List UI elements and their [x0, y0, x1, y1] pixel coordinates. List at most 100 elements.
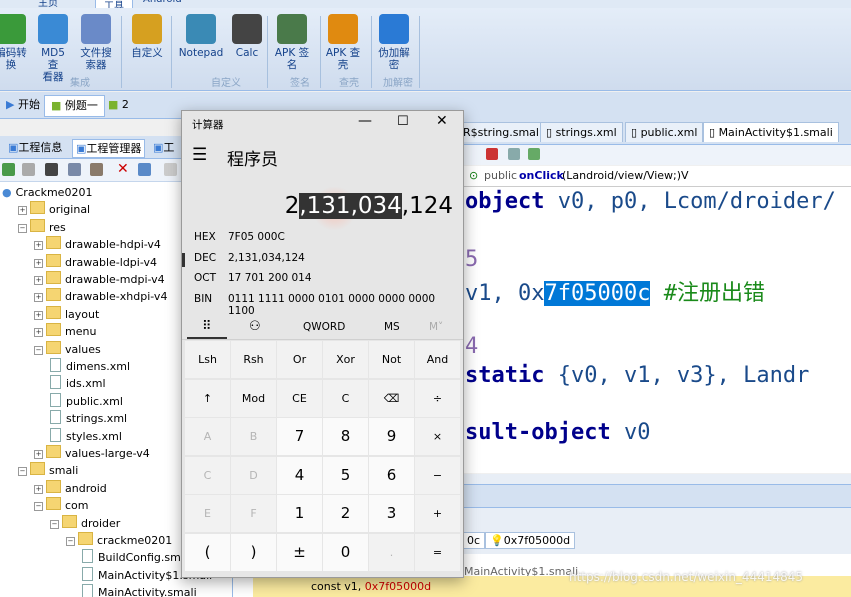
- tree-node[interactable]: ● Crackme0201: [2, 184, 92, 201]
- key-0-0[interactable]: Lsh: [185, 341, 230, 378]
- tree-node[interactable]: public.xml: [50, 392, 123, 410]
- key-5-2[interactable]: ±: [277, 534, 322, 571]
- menu-icon[interactable]: ☰: [192, 145, 207, 165]
- tree-node[interactable]: BuildConfig.smali: [82, 549, 194, 566]
- tab-result-0c[interactable]: 0c: [462, 532, 486, 549]
- key-3-5[interactable]: −: [415, 456, 460, 494]
- tree-node[interactable]: + menu: [34, 323, 96, 340]
- key-3-1[interactable]: D: [231, 456, 276, 494]
- expand-toggle-icon[interactable]: +: [34, 484, 43, 494]
- tree-node[interactable]: − com: [34, 497, 89, 514]
- key-1-2[interactable]: CE: [277, 379, 322, 417]
- key-1-4[interactable]: ⌫: [369, 379, 414, 417]
- expand-toggle-icon[interactable]: −: [66, 537, 75, 546]
- key-1-3[interactable]: C: [323, 379, 368, 417]
- ribbon-button-5[interactable]: Calc: [232, 14, 262, 59]
- key-0-4[interactable]: Not: [369, 341, 414, 378]
- expand-toggle-icon[interactable]: +: [34, 276, 43, 285]
- expand-toggle-icon[interactable]: +: [34, 450, 43, 459]
- tab-public-xml[interactable]: ▯ public.xml: [625, 122, 704, 142]
- expand-toggle-icon[interactable]: +: [18, 206, 27, 216]
- tree-node[interactable]: + drawable-ldpi-v4: [34, 253, 157, 271]
- radix-bin-label[interactable]: BIN: [194, 293, 212, 305]
- key-5-1[interactable]: ): [231, 534, 276, 571]
- tree-node[interactable]: styles.xml: [50, 427, 122, 445]
- tree-node[interactable]: − smali: [18, 462, 78, 479]
- bit-toggle-icon[interactable]: ⚇: [249, 319, 261, 334]
- key-3-3[interactable]: 5: [323, 456, 368, 494]
- memory-store-button[interactable]: MS: [384, 321, 400, 333]
- copy-icon[interactable]: [68, 163, 81, 176]
- key-2-4[interactable]: 9: [369, 418, 414, 456]
- key-5-0[interactable]: (: [185, 534, 230, 571]
- tree-node[interactable]: − res: [18, 218, 66, 236]
- stop-icon[interactable]: [45, 163, 58, 176]
- ribbon-tab-home[interactable]: 主页: [38, 0, 58, 9]
- result-code[interactable]: const v1, 0x7f05000d: [311, 580, 431, 593]
- tree-node[interactable]: strings.xml: [50, 410, 127, 427]
- tree-node[interactable]: + drawable-xhdpi-v4: [34, 288, 167, 305]
- radix-oct-label[interactable]: OCT: [194, 272, 216, 284]
- expand-toggle-icon[interactable]: +: [34, 241, 43, 251]
- tree-node[interactable]: + drawable-hdpi-v4: [34, 236, 161, 253]
- tree-node[interactable]: + drawable-mdpi-v4: [34, 271, 165, 288]
- expand-toggle-icon[interactable]: −: [34, 345, 43, 355]
- file-icon[interactable]: [164, 163, 177, 176]
- key-2-0[interactable]: A: [185, 418, 230, 456]
- expand-toggle-icon[interactable]: +: [34, 293, 43, 303]
- window-icon[interactable]: [138, 163, 151, 176]
- ribbon-button-0[interactable]: 编码转 换: [0, 14, 28, 71]
- expand-toggle-icon[interactable]: −: [34, 502, 43, 512]
- key-0-3[interactable]: Xor: [323, 341, 368, 378]
- key-4-5[interactable]: +: [415, 495, 460, 533]
- book-icon[interactable]: [90, 163, 103, 176]
- key-4-4[interactable]: 3: [369, 495, 414, 533]
- ribbon-button-2[interactable]: 文件搜 索器: [78, 14, 114, 71]
- tab-result-0x7f05000d[interactable]: 💡0x7f05000d: [485, 532, 576, 549]
- tab-project-manager[interactable]: ▣工程管理器: [72, 139, 146, 158]
- tree-node[interactable]: + original: [18, 201, 90, 218]
- tree-node[interactable]: + layout: [34, 305, 99, 323]
- tab-example-one[interactable]: ■ 例题一: [44, 95, 105, 117]
- tree-node[interactable]: dimens.xml: [50, 358, 130, 375]
- key-2-2[interactable]: 7: [277, 418, 322, 456]
- expand-toggle-icon[interactable]: +: [34, 328, 43, 338]
- image-icon[interactable]: [22, 163, 35, 176]
- key-5-4[interactable]: .: [369, 534, 414, 571]
- tab-mainactivity1-smali[interactable]: ▯ MainActivity$1.smali: [703, 122, 839, 142]
- ribbon-button-4[interactable]: Notepad: [178, 14, 224, 59]
- tab-truncated[interactable]: ▣工: [150, 139, 177, 156]
- expand-toggle-icon[interactable]: +: [34, 310, 43, 320]
- key-2-1[interactable]: B: [231, 418, 276, 456]
- ribbon-button-6[interactable]: APK 签 名: [274, 14, 310, 71]
- word-size-button[interactable]: QWORD: [303, 321, 345, 333]
- key-3-2[interactable]: 4: [277, 456, 322, 494]
- tree-node[interactable]: − crackme0201: [66, 532, 172, 549]
- bookmark-icon[interactable]: [486, 148, 498, 160]
- memory-list-button[interactable]: M˅: [429, 321, 443, 333]
- tree-node[interactable]: MainActivity.smali: [82, 584, 197, 597]
- key-2-3[interactable]: 8: [323, 418, 368, 456]
- key-3-4[interactable]: 6: [369, 456, 414, 494]
- ribbon-button-3[interactable]: 自定义: [129, 14, 165, 59]
- calculator-window[interactable]: 计算器 — ☐ ✕ ☰ 程序员 2,131,034,124 HEX 7F05 00…: [181, 110, 464, 578]
- delete-icon[interactable]: ✕: [117, 161, 129, 177]
- tab-rstring-smali[interactable]: R$string.smali: [457, 122, 549, 142]
- maximize-button[interactable]: ☐: [397, 114, 409, 129]
- key-3-0[interactable]: C: [185, 456, 230, 494]
- ribbon-tab-android[interactable]: Android: [143, 0, 182, 8]
- key-1-1[interactable]: Mod: [231, 379, 276, 417]
- tree-node[interactable]: ids.xml: [50, 375, 106, 392]
- tab-two[interactable]: ■ 2: [102, 95, 135, 115]
- key-1-5[interactable]: ÷: [415, 379, 460, 417]
- ribbon-button-8[interactable]: 伪加解 密: [376, 14, 412, 71]
- key-1-0[interactable]: ↑: [185, 379, 230, 417]
- key-4-0[interactable]: E: [185, 495, 230, 533]
- ribbon-button-7[interactable]: APK 查 壳: [325, 14, 361, 71]
- refresh-icon[interactable]: [2, 163, 15, 176]
- expand-toggle-icon[interactable]: −: [18, 223, 27, 233]
- minimize-button[interactable]: —: [358, 113, 372, 129]
- ribbon-button-1[interactable]: MD5 查 看器: [35, 14, 71, 83]
- key-4-3[interactable]: 2: [323, 495, 368, 533]
- tree-node[interactable]: − values: [34, 340, 101, 358]
